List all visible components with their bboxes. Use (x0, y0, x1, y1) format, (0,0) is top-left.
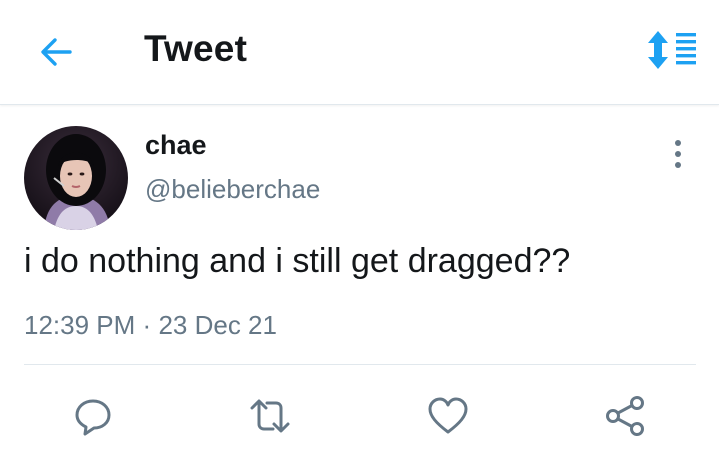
tweet-timestamp: 12:39 PM · 23 Dec 21 (24, 310, 277, 341)
tweet-text: i do nothing and i still get dragged?? (24, 242, 571, 280)
tweet-detail: chae @belieberchae i do nothing and i st… (0, 106, 719, 457)
retweet-button[interactable] (248, 394, 292, 438)
sort-toggle-icon (648, 31, 696, 69)
reply-icon (75, 399, 111, 436)
more-options-button[interactable] (664, 136, 692, 172)
like-button[interactable] (426, 394, 470, 438)
heart-icon (428, 397, 468, 434)
top-app-bar: Tweet (0, 0, 719, 105)
avatar[interactable] (24, 126, 128, 230)
avatar-photo (24, 126, 128, 230)
back-button[interactable] (36, 32, 76, 72)
page-title: Tweet (144, 28, 248, 69)
timestamp-separator: · (142, 310, 152, 340)
retweet-icon (250, 399, 290, 433)
share-button[interactable] (604, 394, 648, 438)
user-handle[interactable]: @belieberchae (145, 174, 320, 205)
display-name[interactable]: chae (145, 130, 207, 161)
arrow-left-icon (41, 38, 72, 66)
reply-button[interactable] (71, 394, 115, 438)
share-icon (606, 396, 644, 436)
divider (24, 364, 696, 365)
more-vertical-icon (675, 140, 681, 168)
sort-toggle-button[interactable] (646, 30, 698, 70)
tweet-date: 23 Dec 21 (158, 310, 277, 340)
tweet-time: 12:39 PM (24, 310, 136, 340)
